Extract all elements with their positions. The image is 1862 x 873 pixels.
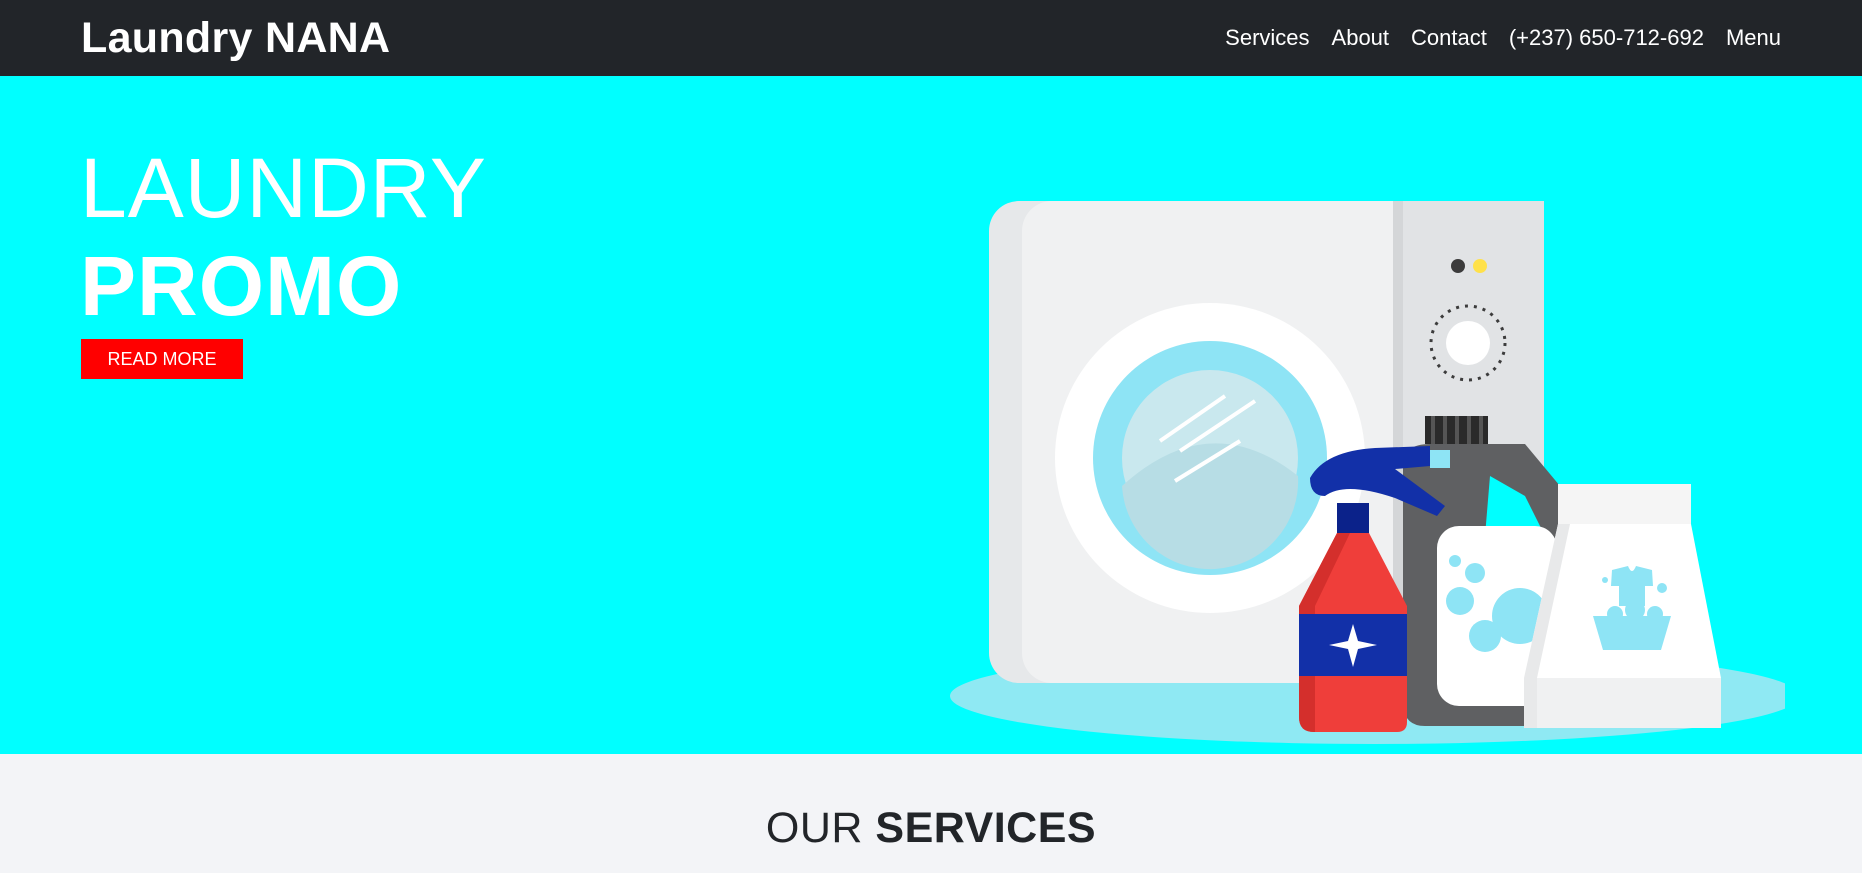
read-more-button[interactable]: READ MORE <box>81 339 243 379</box>
power-indicator <box>1451 259 1465 273</box>
basin-icon <box>1593 616 1671 650</box>
services-section: OUR SERVICES <box>0 754 1862 873</box>
laundry-illustration <box>950 201 1785 744</box>
nav-link-contact[interactable]: Contact <box>1411 25 1487 51</box>
spray-neck <box>1337 503 1369 533</box>
nav-link-services[interactable]: Services <box>1225 25 1309 51</box>
services-heading-prefix: OUR <box>765 804 863 852</box>
status-indicator <box>1473 259 1487 273</box>
services-heading-main: SERVICES <box>875 804 1097 852</box>
navbar: Laundry NANA Services About Contact (+23… <box>0 0 1862 76</box>
nav-link-menu[interactable]: Menu <box>1726 25 1781 51</box>
nav-link-phone[interactable]: (+237) 650-712-692 <box>1509 25 1704 51</box>
nav-links: Services About Contact (+237) 650-712-69… <box>1225 25 1781 51</box>
services-heading: OUR SERVICES <box>0 754 1862 853</box>
nav-link-about[interactable]: About <box>1332 25 1390 51</box>
brand-logo[interactable]: Laundry NANA <box>81 14 390 63</box>
hero-title-line1: LAUNDRY <box>80 141 487 235</box>
powder-box-top <box>1558 484 1691 524</box>
hero-section: LAUNDRY PROMO READ MORE <box>0 76 1862 754</box>
hero-title-line2: PROMO <box>80 239 403 333</box>
